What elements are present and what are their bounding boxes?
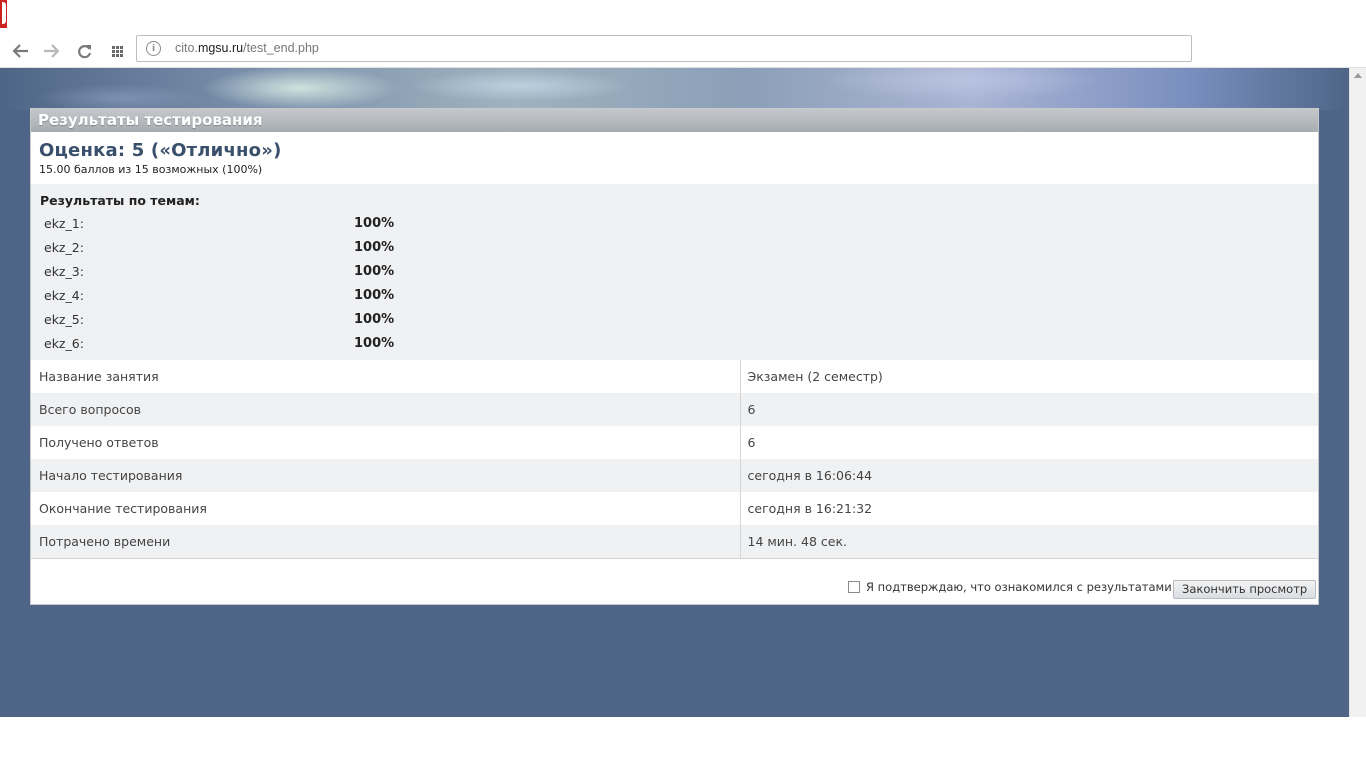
site-info-icon[interactable]: i	[146, 41, 161, 56]
topic-row: ekz_3: 100%	[40, 259, 1318, 283]
page-body: Результаты тестирования Оценка: 5 («Отли…	[0, 68, 1349, 717]
forward-arrow-icon[interactable]	[40, 40, 62, 62]
table-row: Окончание тестирования сегодня в 16:21:3…	[31, 492, 1318, 525]
info-value: сегодня в 16:21:32	[739, 492, 1318, 525]
table-row: Всего вопросов 6	[31, 393, 1318, 426]
window-top-strip	[0, 0, 1366, 34]
score-summary: 15.00 баллов из 15 возможных (100%)	[39, 163, 263, 176]
info-value: 6	[739, 426, 1318, 459]
back-arrow-icon[interactable]	[10, 40, 32, 62]
scroll-up-arrow-icon[interactable]	[1354, 73, 1362, 78]
grade-title: Оценка: 5 («Отлично»)	[39, 140, 282, 161]
topic-name: ekz_6:	[44, 335, 84, 351]
header-banner	[0, 68, 1349, 110]
address-bar[interactable]: i cito.mgsu.ru/test_end.php	[136, 35, 1192, 62]
topic-row: ekz_1: 100%	[40, 211, 1318, 235]
topic-name: ekz_4:	[44, 287, 84, 303]
info-label: Начало тестирования	[31, 459, 740, 492]
topic-name: ekz_2:	[44, 239, 84, 255]
info-value: сегодня в 16:06:44	[739, 459, 1318, 492]
topic-name: ekz_3:	[44, 263, 84, 279]
panel-footer: Я подтверждаю, что ознакомился с результ…	[31, 558, 1318, 604]
topic-value: 100%	[354, 263, 395, 279]
table-row: Начало тестирования сегодня в 16:06:44	[31, 459, 1318, 492]
topic-row: ekz_4: 100%	[40, 283, 1318, 307]
results-panel: Результаты тестирования Оценка: 5 («Отли…	[30, 108, 1319, 605]
info-label: Название занятия	[39, 369, 159, 384]
info-label: Потрачено времени	[31, 525, 740, 558]
info-label: Получено ответов	[39, 435, 159, 450]
topic-name: ekz_5:	[44, 311, 84, 327]
info-value: 14 мин. 48 сек.	[739, 525, 1318, 558]
topics-title: Результаты по темам:	[40, 193, 200, 208]
page-scrollbar[interactable]	[1349, 68, 1366, 717]
url-text[interactable]: cito.mgsu.ru/test_end.php	[175, 41, 319, 55]
info-value: Экзамен (2 семестр)	[739, 360, 1318, 393]
info-value: 6	[739, 393, 1318, 426]
confirm-text: Я подтверждаю, что ознакомился с результ…	[866, 580, 1172, 594]
confirm-checkbox-label[interactable]: Я подтверждаю, что ознакомился с результ…	[848, 580, 1172, 594]
topic-name: ekz_1:	[44, 215, 84, 231]
topic-row: ekz_6: 100%	[40, 331, 1318, 355]
topic-value: 100%	[354, 335, 395, 351]
panel-title: Результаты тестирования	[31, 109, 1318, 132]
table-row: Потрачено времени 14 мин. 48 сек.	[31, 525, 1318, 558]
info-label: Всего вопросов	[31, 393, 740, 426]
browser-toolbar: i cito.mgsu.ru/test_end.php	[0, 34, 1366, 68]
topic-row: ekz_5: 100%	[40, 307, 1318, 331]
info-table: Название занятия Экзамен (2 семестр) Все…	[31, 360, 1318, 558]
topic-row: ekz_2: 100%	[40, 235, 1318, 259]
confirm-checkbox[interactable]	[848, 581, 860, 593]
topic-value: 100%	[354, 239, 395, 255]
app-logo-icon	[0, 0, 9, 30]
finish-viewing-button[interactable]: Закончить просмотр	[1173, 580, 1317, 599]
topic-value: 100%	[354, 287, 395, 303]
topic-value: 100%	[354, 215, 395, 231]
info-label: Окончание тестирования	[39, 501, 207, 516]
table-row: Получено ответов 6	[31, 426, 1318, 459]
reload-icon[interactable]	[73, 40, 95, 62]
grade-section: Оценка: 5 («Отлично») 15.00 баллов из 15…	[31, 132, 1318, 184]
topics-section: Результаты по темам: ekz_1: 100% ekz_2: …	[31, 184, 1318, 360]
topic-value: 100%	[354, 311, 395, 327]
table-row: Название занятия Экзамен (2 семестр)	[31, 360, 1318, 393]
apps-grid-icon[interactable]	[106, 40, 128, 62]
